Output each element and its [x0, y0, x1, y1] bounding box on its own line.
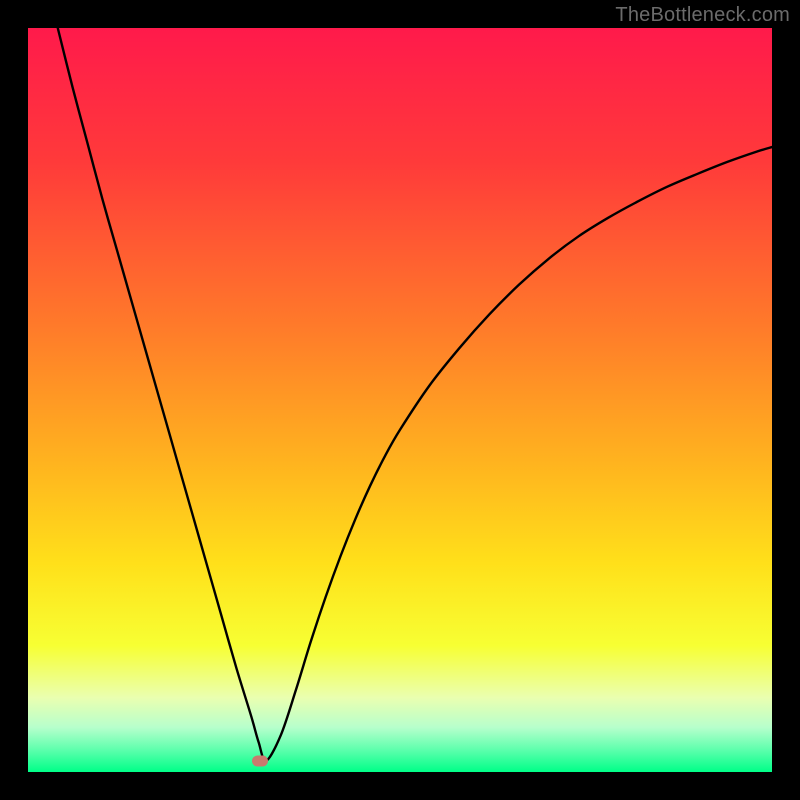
- min-marker: [252, 755, 268, 766]
- plot-area: [28, 28, 772, 772]
- bottleneck-curve: [58, 28, 772, 761]
- watermark-text: TheBottleneck.com: [615, 4, 790, 27]
- chart-frame: TheBottleneck.com: [0, 0, 800, 800]
- curve-layer: [28, 28, 772, 772]
